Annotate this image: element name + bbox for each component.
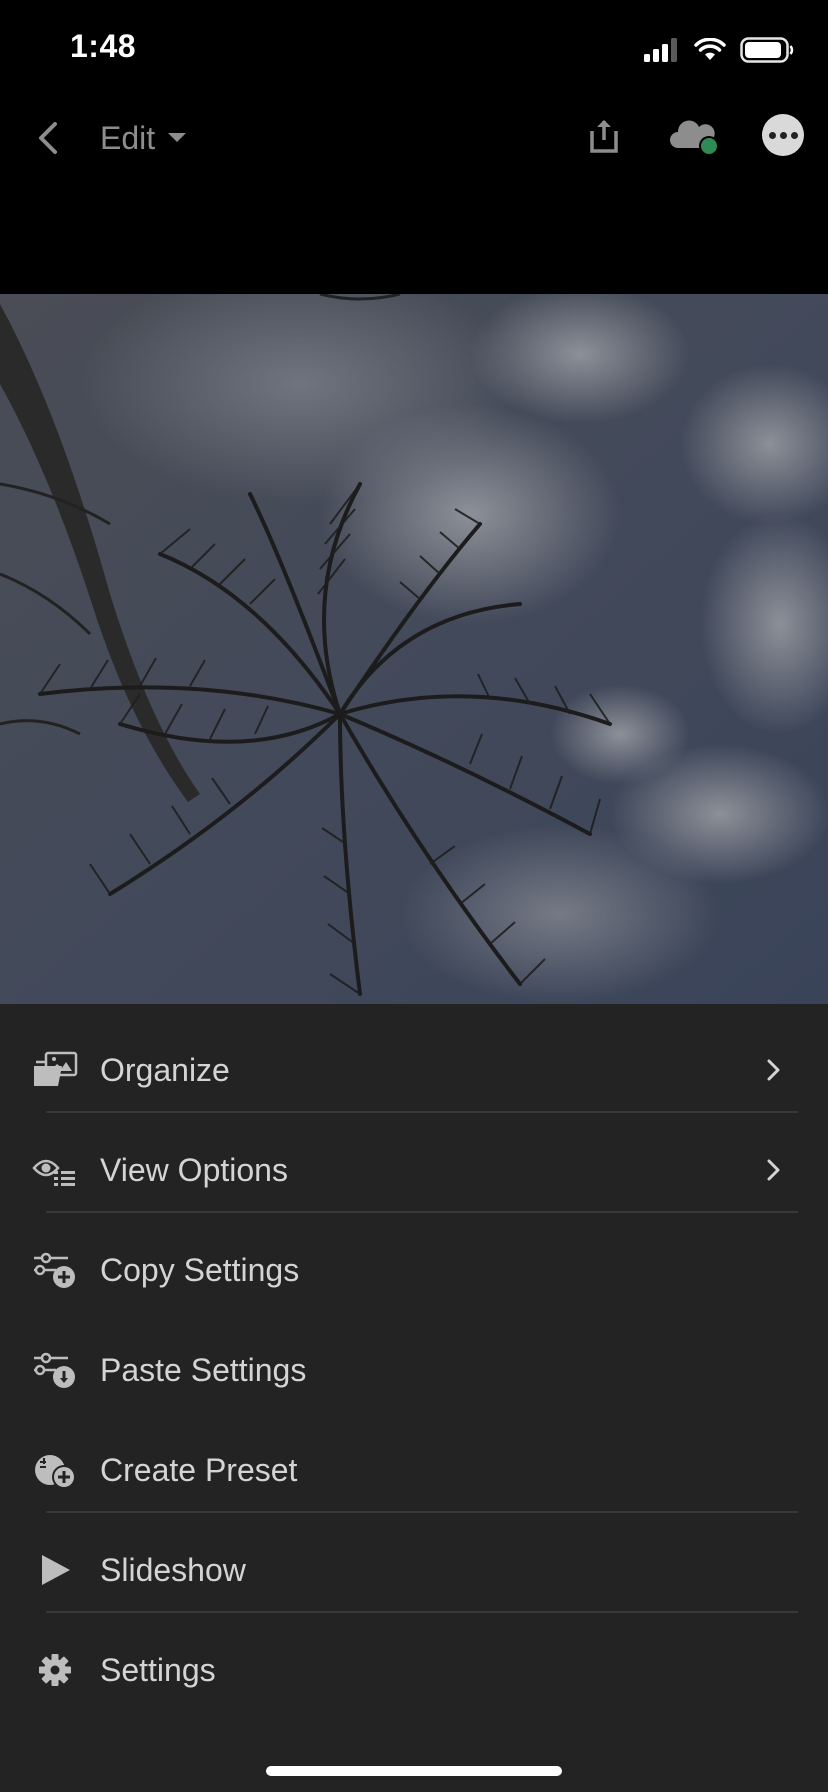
cloud-sync-button[interactable]: [664, 114, 726, 162]
chevron-right-icon: [764, 1056, 784, 1084]
more-options-button[interactable]: [762, 114, 804, 156]
divider: [46, 1111, 798, 1113]
gear-icon: [32, 1647, 78, 1693]
chevron-right-icon: [764, 1156, 784, 1184]
more-icon-dot: [790, 131, 798, 139]
status-icons: [644, 34, 794, 66]
more-icon-dot: [779, 131, 787, 139]
edit-mode-label: Edit: [100, 119, 156, 156]
menu-item-label: Create Preset: [100, 1451, 298, 1488]
signal-icon: [644, 38, 677, 62]
play-icon: [32, 1547, 78, 1593]
menu-item-organize[interactable]: Organize: [0, 1020, 828, 1120]
menu-item-create-preset[interactable]: Create Preset: [0, 1420, 828, 1520]
status-time: 1:48: [70, 28, 137, 64]
more-options-menu: Organize View Options Copy Settings Past…: [0, 1004, 828, 1792]
photo-image: [0, 294, 828, 1004]
nav-bar: Edit: [0, 96, 828, 196]
menu-item-settings[interactable]: Settings: [0, 1620, 828, 1720]
share-icon: [590, 120, 618, 153]
home-indicator[interactable]: [266, 1766, 562, 1776]
menu-item-label: Organize: [100, 1051, 230, 1088]
battery-icon: [740, 37, 794, 63]
preset-plus-icon: [32, 1447, 78, 1493]
share-button[interactable]: [580, 110, 628, 162]
photo-preview[interactable]: [0, 294, 828, 1004]
menu-item-paste-settings[interactable]: Paste Settings: [0, 1320, 828, 1420]
menu-item-label: Copy Settings: [100, 1251, 300, 1288]
menu-item-copy-settings[interactable]: Copy Settings: [0, 1220, 828, 1320]
cloud-sync-icon: [670, 120, 719, 156]
menu-item-label: View Options: [100, 1151, 288, 1188]
back-chevron-icon: [39, 122, 57, 154]
divider: [46, 1211, 798, 1213]
divider: [46, 1511, 798, 1513]
sliders-plus-icon: [32, 1247, 78, 1293]
back-button[interactable]: [28, 114, 68, 162]
edit-mode-dropdown[interactable]: Edit: [100, 114, 187, 162]
menu-item-label: Slideshow: [100, 1551, 246, 1588]
eye-list-icon: [32, 1147, 78, 1193]
more-icon-dot: [768, 131, 776, 139]
menu-item-view-options[interactable]: View Options: [0, 1120, 828, 1220]
menu-item-slideshow[interactable]: Slideshow: [0, 1520, 828, 1620]
menu-item-label: Paste Settings: [100, 1351, 307, 1388]
menu-item-label: Settings: [100, 1651, 216, 1688]
status-bar: 1:48: [0, 0, 828, 96]
folder-image-icon: [32, 1047, 78, 1093]
divider: [46, 1611, 798, 1613]
wifi-icon: [694, 38, 726, 60]
dropdown-caret-icon: [168, 133, 187, 142]
sliders-paste-icon: [32, 1347, 78, 1393]
